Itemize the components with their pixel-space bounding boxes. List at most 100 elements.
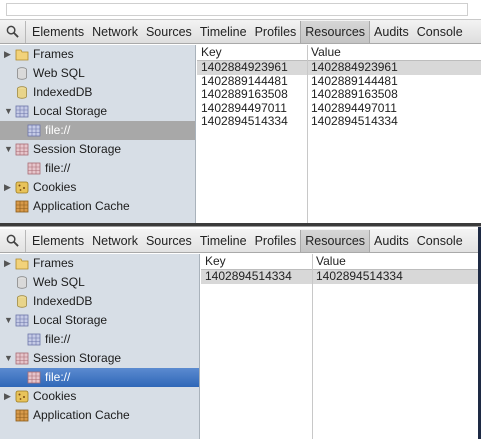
sidebar-item-frames[interactable]: ▶ Frames	[0, 45, 195, 64]
tab-timeline[interactable]: Timeline	[196, 21, 251, 43]
tab-network[interactable]: Network	[88, 230, 142, 252]
database-icon	[15, 295, 29, 308]
resources-sidebar: ▶ Frames Web SQL IndexedDB ▼ Local Stora…	[0, 45, 196, 223]
tab-network[interactable]: Network	[88, 21, 142, 43]
sidebar-item-label: Cookies	[33, 389, 77, 403]
sidebar-item-local-storage[interactable]: ▼ Local Storage	[0, 102, 195, 121]
sidebar-item-label: Session Storage	[33, 142, 122, 156]
grid-header: Key Value	[201, 254, 478, 270]
tab-resources[interactable]: Resources	[300, 229, 371, 252]
sidebar-item-label: file://	[45, 123, 71, 137]
tab-audits[interactable]: Audits	[370, 21, 413, 43]
sidebar-item-label: file://	[45, 332, 71, 346]
tab-console[interactable]: Console	[413, 230, 467, 252]
tab-timeline[interactable]: Timeline	[196, 230, 251, 252]
sidebar-item-session-storage-file[interactable]: file://	[0, 368, 199, 387]
column-header-value[interactable]: Value	[312, 254, 478, 269]
disclosure-right-icon[interactable]: ▶	[4, 45, 14, 64]
disclosure-right-icon[interactable]: ▶	[4, 178, 14, 197]
storage-data-grid: Key Value 1402894514334 1402894514334	[201, 254, 478, 439]
address-field[interactable]	[6, 3, 468, 16]
resources-sidebar: ▶ Frames Web SQL IndexedDB ▼ Local Stora…	[0, 254, 200, 439]
tab-elements[interactable]: Elements	[26, 230, 88, 252]
column-divider[interactable]	[312, 254, 313, 439]
tab-resources[interactable]: Resources	[300, 20, 371, 43]
value-cell: 1402894514334	[311, 114, 398, 128]
sidebar-item-local-storage-file[interactable]: file://	[0, 121, 195, 140]
column-divider[interactable]	[307, 45, 308, 223]
disclosure-down-icon[interactable]: ▼	[4, 349, 14, 368]
sidebar-item-cookies[interactable]: ▶ Cookies	[0, 387, 199, 406]
column-header-value[interactable]: Value	[307, 45, 481, 60]
sidebar-item-frames[interactable]: ▶ Frames	[0, 254, 199, 273]
folder-icon	[15, 48, 29, 61]
tab-sources[interactable]: Sources	[142, 230, 196, 252]
key-cell: 1402894514334	[201, 114, 288, 128]
tab-elements[interactable]: Elements	[26, 21, 88, 43]
sidebar-item-application-cache[interactable]: Application Cache	[0, 406, 199, 425]
sidebar-item-web-sql[interactable]: Web SQL	[0, 273, 199, 292]
devtools-panel-bottom: Elements Network Sources Timeline Profil…	[0, 226, 481, 439]
sidebar-item-session-storage[interactable]: ▼ Session Storage	[0, 349, 199, 368]
devtools-panel-top: Elements Network Sources Timeline Profil…	[0, 0, 481, 223]
sidebar-item-label: Application Cache	[33, 199, 130, 213]
cookie-icon	[15, 181, 29, 194]
disclosure-down-icon[interactable]: ▼	[4, 140, 14, 159]
sidebar-item-label: Frames	[33, 47, 74, 61]
search-icon[interactable]	[0, 20, 26, 43]
sidebar-item-label: IndexedDB	[33, 85, 93, 99]
value-cell: 1402889144481	[311, 73, 398, 88]
sidebar-item-indexeddb[interactable]: IndexedDB	[0, 83, 195, 102]
table-row[interactable]: 1402889163508 1402889163508	[197, 87, 481, 102]
grid-header: Key Value	[197, 45, 481, 61]
sidebar-item-local-storage[interactable]: ▼ Local Storage	[0, 311, 199, 330]
sidebar-item-web-sql[interactable]: Web SQL	[0, 64, 195, 83]
sidebar-item-indexeddb[interactable]: IndexedDB	[0, 292, 199, 311]
storage-grid-icon	[15, 352, 29, 365]
storage-grid-icon	[15, 143, 29, 156]
column-header-key[interactable]: Key	[201, 254, 312, 269]
table-row[interactable]: 1402894514334 1402894514334	[197, 114, 481, 129]
sidebar-item-label: Web SQL	[33, 275, 85, 289]
database-icon	[15, 67, 29, 80]
storage-grid-icon	[27, 124, 41, 137]
sidebar-item-label: Session Storage	[33, 351, 122, 365]
sidebar-item-application-cache[interactable]: Application Cache	[0, 197, 195, 216]
sidebar-item-local-storage-file[interactable]: file://	[0, 330, 199, 349]
tab-console[interactable]: Console	[413, 21, 467, 43]
sidebar-item-label: Frames	[33, 256, 74, 270]
value-cell: 1402894497011	[311, 100, 397, 115]
disclosure-down-icon[interactable]: ▼	[4, 102, 14, 121]
devtools-toolbar: Elements Network Sources Timeline Profil…	[0, 229, 481, 253]
sidebar-item-cookies[interactable]: ▶ Cookies	[0, 178, 195, 197]
storage-grid-icon	[27, 371, 41, 384]
disclosure-down-icon[interactable]: ▼	[4, 311, 14, 330]
devtools-toolbar: Elements Network Sources Timeline Profil…	[0, 20, 481, 44]
table-row[interactable]: 1402894514334 1402894514334	[201, 269, 478, 284]
table-row[interactable]: 1402884923961 1402884923961	[197, 60, 481, 75]
disclosure-right-icon[interactable]: ▶	[4, 387, 14, 406]
tab-profiles[interactable]: Profiles	[251, 230, 301, 252]
tab-profiles[interactable]: Profiles	[251, 21, 301, 43]
sidebar-item-label: Web SQL	[33, 66, 85, 80]
sidebar-item-label: Local Storage	[33, 313, 108, 327]
table-row[interactable]: 1402889144481 1402889144481	[197, 73, 481, 89]
storage-data-grid: Key Value 1402884923961 1402884923961 14…	[197, 45, 481, 223]
key-cell: 1402889144481	[201, 73, 288, 88]
storage-grid-icon	[15, 105, 29, 118]
folder-icon	[15, 257, 29, 270]
storage-grid-icon	[27, 162, 41, 175]
sidebar-item-session-storage-file[interactable]: file://	[0, 159, 195, 178]
key-cell: 1402884923961	[201, 60, 288, 74]
column-header-key[interactable]: Key	[197, 45, 307, 60]
sidebar-item-session-storage[interactable]: ▼ Session Storage	[0, 140, 195, 159]
value-cell: 1402894514334	[316, 269, 403, 283]
table-row[interactable]: 1402894497011 1402894497011	[197, 100, 481, 116]
disclosure-right-icon[interactable]: ▶	[4, 254, 14, 273]
storage-grid-icon	[15, 314, 29, 327]
database-icon	[15, 276, 29, 289]
search-icon[interactable]	[0, 229, 26, 252]
tab-audits[interactable]: Audits	[370, 230, 413, 252]
tab-sources[interactable]: Sources	[142, 21, 196, 43]
key-cell: 1402889163508	[201, 87, 288, 101]
